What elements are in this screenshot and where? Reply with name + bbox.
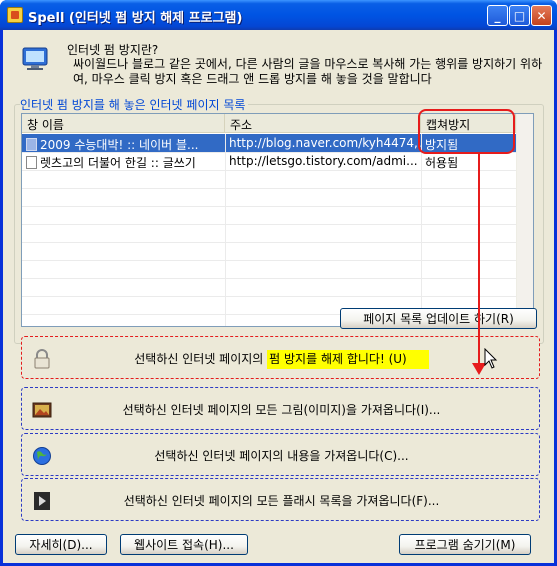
- table-row[interactable]: 렛츠고의 더불어 한길 :: 글쓰기 http://letsgo.tistory…: [22, 152, 516, 170]
- get-images-label: 선택하신 인터넷 페이지의 모든 그림(이미지)을 가져옵니다(I)...: [122, 403, 441, 417]
- info-description: 싸이월드나 블로그 같은 곳에서, 다른 사람의 글을 마우스로 복사해 가는 …: [73, 57, 543, 86]
- visit-website-button[interactable]: 웹사이트 접속(H)...: [120, 534, 248, 555]
- title-bar[interactable]: Spell (인터넷 펌 방지 해제 프로그램) _ □ ✕: [0, 0, 557, 30]
- grid-line: [22, 242, 516, 243]
- row-name-cell: 렛츠고의 더불어 한길 :: 글쓰기: [22, 152, 225, 170]
- grid-line: [22, 278, 516, 279]
- minimize-button[interactable]: _: [487, 5, 508, 26]
- annotation-highlight-box: [418, 109, 515, 154]
- get-flash-button[interactable]: 선택하신 인터넷 페이지의 모든 플래시 목록을 가져옵니다(F)...: [21, 478, 540, 521]
- row-status: 허용됨: [425, 156, 459, 170]
- page-icon: [26, 138, 37, 151]
- info-title: 인터넷 펌 방지란?: [67, 43, 159, 57]
- grid-line: [22, 188, 516, 189]
- get-flash-label: 선택하신 인터넷 페이지의 모든 플래시 목록을 가져옵니다(F)...: [123, 494, 440, 508]
- maximize-button[interactable]: □: [509, 5, 530, 26]
- get-content-label: 선택하신 인터넷 페이지의 내용을 가져옵니다(C)...: [154, 449, 409, 463]
- dialog-body: 인터넷 펌 방지란? 싸이월드나 블로그 같은 곳에서, 다른 사람의 글을 마…: [3, 30, 554, 563]
- app-window: Spell (인터넷 펌 방지 해제 프로그램) _ □ ✕ 인터넷 펌 방지란…: [0, 0, 557, 566]
- grid-line: [22, 206, 516, 207]
- grid-line: [22, 260, 516, 261]
- window-title: Spell (인터넷 펌 방지 해제 프로그램): [28, 11, 243, 26]
- row-name-cell: 2009 수능대박! :: 네이버 블...: [22, 134, 225, 152]
- get-images-button[interactable]: 선택하신 인터넷 페이지의 모든 그림(이미지)을 가져옵니다(I)...: [21, 387, 540, 430]
- grid-line: [22, 224, 516, 225]
- row-url: http://blog.naver.com/kyh4474,...: [225, 134, 421, 152]
- pages-group-label: 인터넷 펌 방지를 해 놓은 인터넷 페이지 목록: [20, 96, 249, 113]
- row-url: http://letsgo.tistory.com/admi...: [229, 154, 418, 168]
- grid-line: [225, 134, 226, 326]
- release-label: 펌 방지를 해제 합니다! (U): [267, 350, 429, 369]
- row-name: 렛츠고의 더불어 한길 :: 글쓰기: [40, 156, 196, 170]
- grid-line: [421, 134, 422, 326]
- grid-line: [22, 170, 516, 171]
- hide-program-button[interactable]: 프로그램 숨기기(M): [399, 534, 531, 555]
- column-header-name[interactable]: 창 이름: [22, 114, 225, 133]
- update-list-button[interactable]: 페이지 목록 업데이트 하기(R): [340, 308, 537, 329]
- column-header-url[interactable]: 주소: [225, 114, 421, 133]
- release-protection-button[interactable]: 선택하신 인터넷 페이지의 펌 방지를 해제 합니다! (U): [21, 336, 540, 379]
- page-icon: [26, 156, 37, 169]
- more-info-button[interactable]: 자세히(D)...: [15, 534, 107, 555]
- close-button[interactable]: ✕: [531, 5, 552, 26]
- annotation-arrow-line: [478, 153, 480, 371]
- monitor-icon: [22, 47, 48, 70]
- grid-line: [22, 296, 516, 297]
- mouse-cursor-icon: [484, 348, 498, 369]
- release-prefix: 선택하신 인터넷 페이지의: [134, 352, 268, 366]
- get-content-button[interactable]: 선택하신 인터넷 페이지의 내용을 가져옵니다(C)...: [21, 433, 540, 476]
- vertical-scrollbar[interactable]: [516, 114, 533, 326]
- app-icon: [7, 7, 23, 23]
- row-name: 2009 수능대박! :: 네이버 블...: [40, 138, 199, 152]
